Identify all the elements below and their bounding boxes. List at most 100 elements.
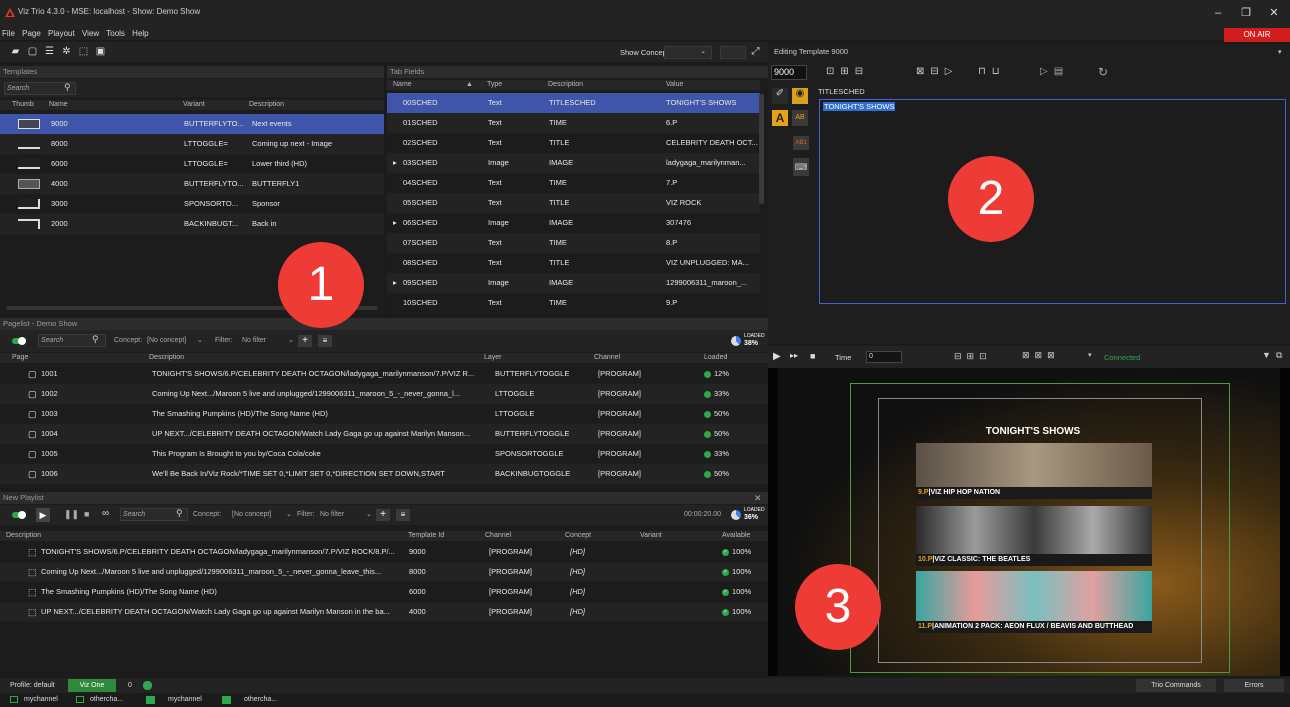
preview-detach-icon[interactable]: ⧉ — [1276, 350, 1282, 361]
col-description[interactable]: Description — [548, 80, 583, 90]
concept-dropdown[interactable]: [No concept] — [232, 511, 271, 518]
col-thumb[interactable]: Thumb — [12, 100, 34, 110]
menu-file[interactable]: File — [2, 29, 15, 38]
expand-arrow-icon[interactable]: ▸ — [393, 213, 401, 233]
connection-dropdown-icon[interactable]: ▾ — [1088, 351, 1092, 359]
field-row[interactable]: 07SCHED Text TIME 8.P — [387, 233, 760, 253]
pagelist-toggle[interactable] — [12, 337, 26, 345]
col-variant[interactable]: Variant — [640, 531, 662, 541]
add-page-button[interactable]: + — [298, 335, 312, 347]
list-icon[interactable]: ☰ — [44, 46, 55, 57]
refresh-icon[interactable]: ↻ — [1098, 65, 1108, 79]
template-row[interactable]: 6000 LTTOGGLE= Lower third (HD) — [0, 154, 384, 174]
abc-tool-icon[interactable]: AB1 — [793, 136, 809, 150]
page-row[interactable]: ▢ 1002 Coming Up Next.../Maroon 5 live and… — [0, 384, 768, 404]
playlist-row[interactable]: ⬚ The Smashing Pumpkins (HD)/The Song Nam… — [0, 582, 768, 602]
template-row[interactable]: 9000 BUTTERFLYTO... Next events — [0, 114, 384, 134]
filter-dropdown[interactable]: No filter — [242, 337, 266, 344]
minimize-button[interactable]: – — [1206, 5, 1230, 21]
col-name[interactable]: Name — [393, 80, 412, 90]
col-description[interactable]: Description — [149, 353, 184, 363]
playlist-row[interactable]: ⬚ UP NEXT.../CELEBRITY DEATH OCTAGON/Watc… — [0, 602, 768, 622]
page-row[interactable]: ▢ 1006 We'll Be Back In/Viz Rock/*TIME SET… — [0, 464, 768, 484]
col-variant[interactable]: Variant — [183, 100, 205, 110]
link-icon[interactable]: ⤢ — [750, 46, 761, 57]
field-row[interactable]: 05SCHED Text TITLE VIZ ROCK — [387, 193, 760, 213]
menu-view[interactable]: View — [82, 29, 99, 38]
filter-dropdown[interactable]: No filter — [320, 511, 344, 518]
col-value[interactable]: Value — [666, 80, 683, 90]
template-row[interactable]: 4000 BUTTERFLYTO... BUTTERFLY1 — [0, 174, 384, 194]
concept-field[interactable] — [720, 46, 746, 59]
expand-arrow-icon[interactable]: ▸ — [393, 273, 401, 293]
keyboard-tool-icon[interactable]: ⌨ — [793, 158, 809, 176]
time-input[interactable]: 0 — [866, 351, 902, 363]
list-menu-button[interactable]: ≡ — [318, 335, 332, 347]
field-row[interactable]: ▸ 09SCHED Image IMAGE 1299006311_maroon_... — [387, 273, 760, 293]
preview-view-icons[interactable]: ⊠⊠⊠ — [1022, 350, 1060, 361]
close-button[interactable]: ✕ — [1262, 5, 1286, 21]
stop-icon[interactable]: ■ — [84, 509, 89, 519]
tab-fields-scrollbar[interactable] — [759, 94, 764, 204]
col-description[interactable]: Description — [249, 100, 284, 110]
page-row[interactable]: ▢ 1005 This Program Is Brought to you by/C… — [0, 444, 768, 464]
close-playlist-icon[interactable]: ✕ — [754, 493, 762, 504]
channel-label[interactable]: mychannel — [168, 696, 202, 703]
col-layer[interactable]: Layer — [484, 353, 502, 363]
editor-toolbar-icons-2[interactable]: ⊠⊟▷ — [916, 66, 958, 77]
col-channel[interactable]: Channel — [485, 531, 511, 541]
field-row[interactable]: 04SCHED Text TIME 7.P — [387, 173, 760, 193]
preview-filter-icon[interactable]: ▼ — [1262, 350, 1271, 360]
preview-play-icon[interactable]: ▶ — [773, 351, 781, 362]
export-icon[interactable]: ⬚ — [78, 46, 89, 57]
menu-tools[interactable]: Tools — [106, 29, 125, 38]
open-folder-icon[interactable]: ▰ — [10, 46, 21, 57]
col-type[interactable]: Type — [487, 80, 502, 90]
preview-stop-icon[interactable]: ■ — [810, 351, 815, 361]
col-channel[interactable]: Channel — [594, 353, 620, 363]
field-row[interactable]: 10SCHED Text TIME 9.P — [387, 293, 760, 313]
expand-arrow-icon[interactable]: ▸ — [393, 153, 401, 173]
new-page-icon[interactable]: ▢ — [27, 46, 38, 57]
col-available[interactable]: Available — [722, 531, 750, 541]
channel-label[interactable]: othercha... — [90, 696, 123, 703]
menu-page[interactable]: Page — [22, 29, 41, 38]
trio-commands-tab[interactable]: Trio Commands — [1136, 679, 1216, 692]
editor-save-icons[interactable]: ⊓⊔ — [978, 66, 1006, 77]
play-icon[interactable]: ▶ — [36, 508, 50, 522]
playlist-menu-button[interactable]: ≡ — [396, 509, 410, 521]
show-concept-dropdown[interactable]: ⌄ — [664, 46, 712, 59]
editor-toolbar-icons-1[interactable]: ⊡⊞⊟ — [826, 66, 869, 77]
field-row[interactable]: 08SCHED Text TITLE VIZ UNPLUGGED: MA... — [387, 253, 760, 273]
template-row[interactable]: 2000 BACKINBUGT... Back in — [0, 214, 384, 234]
playlist-row[interactable]: ⬚ TONIGHT'S SHOWS/6.P/CELEBRITY DEATH OCT… — [0, 542, 768, 562]
image-tool-icon[interactable]: ◉ — [792, 88, 808, 104]
editor-play-icons[interactable]: ▷▤ — [1040, 66, 1069, 77]
menu-playout[interactable]: Playout — [48, 29, 75, 38]
text-tool-icon[interactable]: A — [772, 110, 788, 126]
field-row[interactable]: ▸ 06SCHED Image IMAGE 307476 — [387, 213, 760, 233]
preview-layout-icons[interactable]: ⊟⊞⊡ — [954, 351, 992, 362]
field-row[interactable]: ▸ 03SCHED Image IMAGE ladygaga_marilynman... — [387, 153, 760, 173]
viz-one-status[interactable]: Viz One — [68, 679, 116, 692]
pause-icon[interactable]: ❚❚ — [64, 509, 79, 520]
text-editor-area[interactable]: TONIGHT'S SHOWS — [819, 99, 1286, 304]
import-icon[interactable]: ▣ — [95, 46, 106, 57]
add-playlist-item-button[interactable]: + — [376, 509, 390, 521]
playlist-toggle[interactable] — [12, 511, 26, 519]
field-row[interactable]: 01SCHED Text TIME 6.P — [387, 113, 760, 133]
template-number-field[interactable]: 9000 — [771, 65, 807, 80]
page-row[interactable]: ▢ 1001 TONIGHT'S SHOWS/6.P/CELEBRITY DEATH… — [0, 364, 768, 384]
field-row[interactable]: 00SCHED Text TITLESCHED TONIGHT'S SHOWS — [387, 93, 760, 113]
col-concept[interactable]: Concept — [565, 531, 591, 541]
col-loaded[interactable]: Loaded — [704, 353, 727, 363]
concept-dropdown[interactable]: [No concept] — [147, 337, 186, 344]
menu-help[interactable]: Help — [132, 29, 148, 38]
col-name[interactable]: Name — [49, 100, 68, 110]
editor-menu-icon[interactable]: ▾ — [1278, 48, 1282, 56]
template-row[interactable]: 3000 SPONSORTO... Sponsor — [0, 194, 384, 214]
page-row[interactable]: ▢ 1004 UP NEXT.../CELEBRITY DEATH OCTAGON/… — [0, 424, 768, 444]
playlist-row[interactable]: ⬚ Coming Up Next.../Maroon 5 live and unp… — [0, 562, 768, 582]
loop-icon[interactable]: ∞ — [102, 508, 109, 519]
edit-tool-icon[interactable]: ✐ — [772, 88, 788, 104]
